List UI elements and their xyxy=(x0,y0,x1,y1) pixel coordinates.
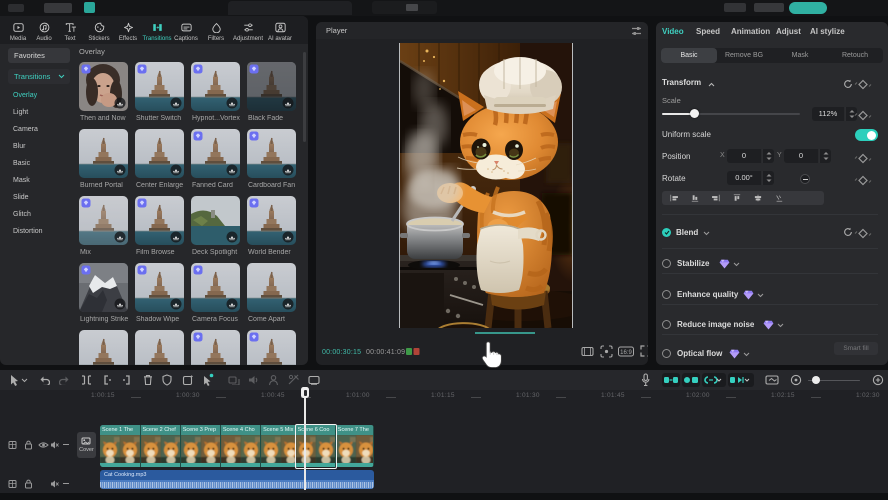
svg-text:16:9: 16:9 xyxy=(620,350,632,356)
